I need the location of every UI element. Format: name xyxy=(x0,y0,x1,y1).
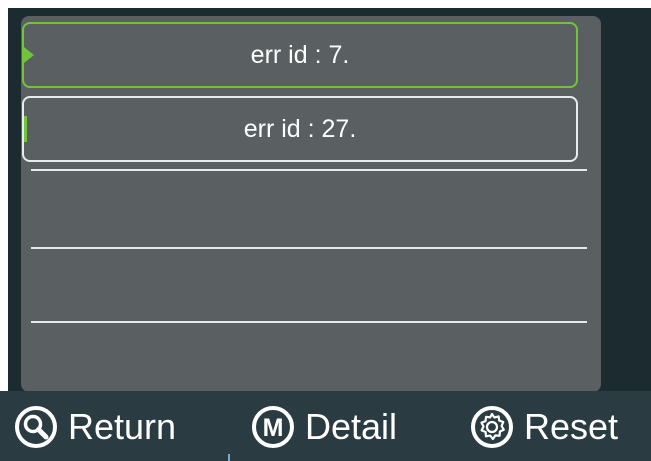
footer-bar: Return M Detail Reset xyxy=(0,391,651,461)
footer-tick xyxy=(228,454,230,461)
reset-button-label: Reset xyxy=(524,406,619,447)
m-circle-icon: M xyxy=(252,406,294,448)
detail-button[interactable]: M Detail xyxy=(251,401,397,453)
list-divider xyxy=(31,321,587,323)
detail-button-label: Detail xyxy=(305,406,398,447)
selection-arrow-icon xyxy=(24,47,34,63)
error-list-item[interactable]: err id : 27. xyxy=(22,96,578,162)
error-list-item-selected[interactable]: err id : 7. xyxy=(22,22,578,88)
error-list-item-label: err id : 7. xyxy=(250,40,350,69)
error-list-panel: err id : 7. err id : 27. xyxy=(21,16,601,391)
search-icon xyxy=(15,406,57,448)
detail-icon-letter: M xyxy=(263,414,284,442)
gear-icon xyxy=(471,406,513,448)
error-list-item-label: err id : 27. xyxy=(243,114,357,143)
return-button-label: Return xyxy=(68,406,177,447)
reset-button[interactable]: Reset xyxy=(470,401,618,453)
return-button[interactable]: Return xyxy=(14,401,176,453)
item-indicator xyxy=(24,116,27,142)
list-divider xyxy=(31,247,587,249)
list-divider xyxy=(31,169,587,171)
screen: err id : 7. err id : 27. xyxy=(8,8,651,391)
